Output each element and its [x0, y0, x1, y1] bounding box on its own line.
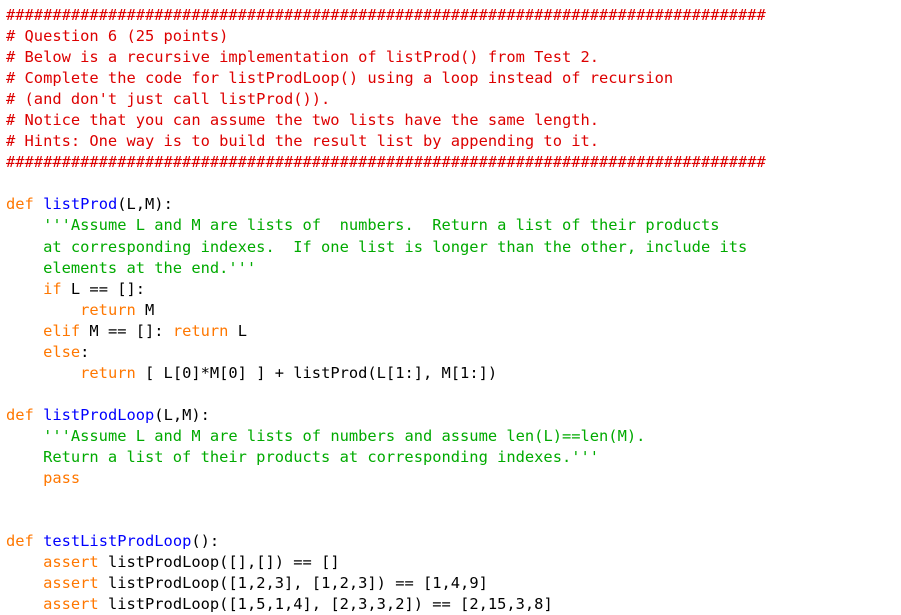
code-token-def: testListProdLoop: [43, 532, 192, 551]
code-token-keyword: assert: [43, 595, 99, 614]
code-line[interactable]: elif M == []: return L: [6, 321, 901, 342]
code-line[interactable]: Return a list of their products at corre…: [6, 447, 901, 468]
code-line[interactable]: ########################################…: [6, 5, 901, 26]
code-line[interactable]: # Question 6 (25 points): [6, 26, 901, 47]
code-line[interactable]: '''Assume L and M are lists of numbers. …: [6, 215, 901, 236]
code-token-comment: # Question 6 (25 points): [6, 27, 229, 46]
code-token-keyword: elif: [43, 321, 81, 340]
code-line[interactable]: '''Assume L and M are lists of numbers a…: [6, 426, 901, 447]
code-token-comment: # Below is a recursive implementation of…: [6, 48, 600, 67]
code-token-keyword: pass: [43, 469, 81, 488]
code-line[interactable]: # Notice that you can assume the two lis…: [6, 110, 901, 131]
code-line[interactable]: assert listProdLoop([],[]) == []: [6, 552, 901, 573]
code-line[interactable]: return [ L[0]*M[0] ] + listProd(L[1:], M…: [6, 363, 901, 384]
code-line[interactable]: pass: [6, 468, 901, 489]
code-editor-window[interactable]: ########################################…: [0, 0, 901, 615]
code-token-keyword: assert: [43, 574, 99, 593]
code-line[interactable]: at corresponding indexes. If one list is…: [6, 237, 901, 258]
code-token-keyword: return: [80, 300, 136, 319]
code-token-string: at corresponding indexes. If one list is…: [6, 237, 748, 256]
code-token-string: '''Assume L and M are lists of numbers. …: [43, 216, 720, 235]
code-token-plain: M: [135, 300, 155, 319]
code-token-string: '''Assume L and M are lists of numbers a…: [43, 426, 646, 445]
code-line[interactable]: ########################################…: [6, 152, 901, 173]
code-token-plain: L: [228, 321, 247, 340]
code-token-keyword: else: [43, 342, 81, 361]
code-token-plain: (L,M):: [117, 195, 173, 214]
code-token-keyword: if: [43, 279, 62, 298]
code-line[interactable]: assert listProdLoop([1,2,3], [1,2,3]) ==…: [6, 573, 901, 594]
code-token-def: listProdLoop: [43, 405, 155, 424]
code-token-comment: ########################################…: [6, 153, 766, 172]
code-line[interactable]: return M: [6, 300, 901, 321]
code-token-plain: (L,M):: [154, 405, 210, 424]
code-line[interactable]: if L == []:: [6, 279, 901, 300]
code-token-comment: # Hints: One way is to build the result …: [6, 132, 600, 151]
code-token-def: listProd: [43, 195, 118, 214]
code-line[interactable]: assert listProdLoop([1,5,1,4], [2,3,3,2]…: [6, 594, 901, 615]
code-token-plain: M == []:: [80, 321, 173, 340]
code-token-plain: listProdLoop([1,5,1,4], [2,3,3,2]) == [2…: [98, 595, 553, 614]
code-token-keyword: def: [6, 532, 34, 551]
code-token-comment: # (and don't just call listProd()).: [6, 90, 331, 109]
code-token-keyword: def: [6, 195, 34, 214]
code-token-string: elements at the end.''': [6, 258, 257, 277]
code-line[interactable]: def listProdLoop(L,M):: [6, 405, 901, 426]
code-token-plain: ():: [191, 532, 220, 551]
code-line[interactable]: def listProd(L,M):: [6, 194, 901, 215]
code-token-plain: L == []:: [61, 279, 146, 298]
code-token-keyword: return: [80, 363, 136, 382]
code-line[interactable]: def testListProdLoop():: [6, 531, 901, 552]
code-text-area[interactable]: ########################################…: [6, 5, 901, 615]
code-line[interactable]: # Complete the code for listProdLoop() u…: [6, 68, 901, 89]
code-token-keyword: def: [6, 405, 34, 424]
code-line[interactable]: else:: [6, 342, 901, 363]
code-token-plain: listProdLoop([],[]) == []: [98, 553, 340, 572]
code-line[interactable]: # Below is a recursive implementation of…: [6, 47, 901, 68]
code-token-string: Return a list of their products at corre…: [6, 447, 600, 466]
code-token-comment: # Notice that you can assume the two lis…: [6, 111, 600, 130]
code-line[interactable]: elements at the end.''': [6, 258, 901, 279]
code-line[interactable]: [6, 173, 901, 194]
code-token-plain: [ L[0]*M[0] ] + listProd(L[1:], M[1:]): [135, 363, 498, 382]
code-token-keyword: assert: [43, 553, 99, 572]
code-line[interactable]: # (and don't just call listProd()).: [6, 89, 901, 110]
code-token-comment: ########################################…: [6, 6, 766, 24]
code-line[interactable]: [6, 510, 901, 531]
code-line[interactable]: [6, 489, 901, 510]
code-line[interactable]: # Hints: One way is to build the result …: [6, 131, 901, 152]
code-line[interactable]: [6, 384, 901, 405]
code-token-keyword: return: [172, 321, 229, 340]
code-token-plain: listProdLoop([1,2,3], [1,2,3]) == [1,4,9…: [98, 574, 488, 593]
code-token-comment: # Complete the code for listProdLoop() u…: [6, 69, 674, 88]
code-token-plain: :: [80, 342, 90, 361]
